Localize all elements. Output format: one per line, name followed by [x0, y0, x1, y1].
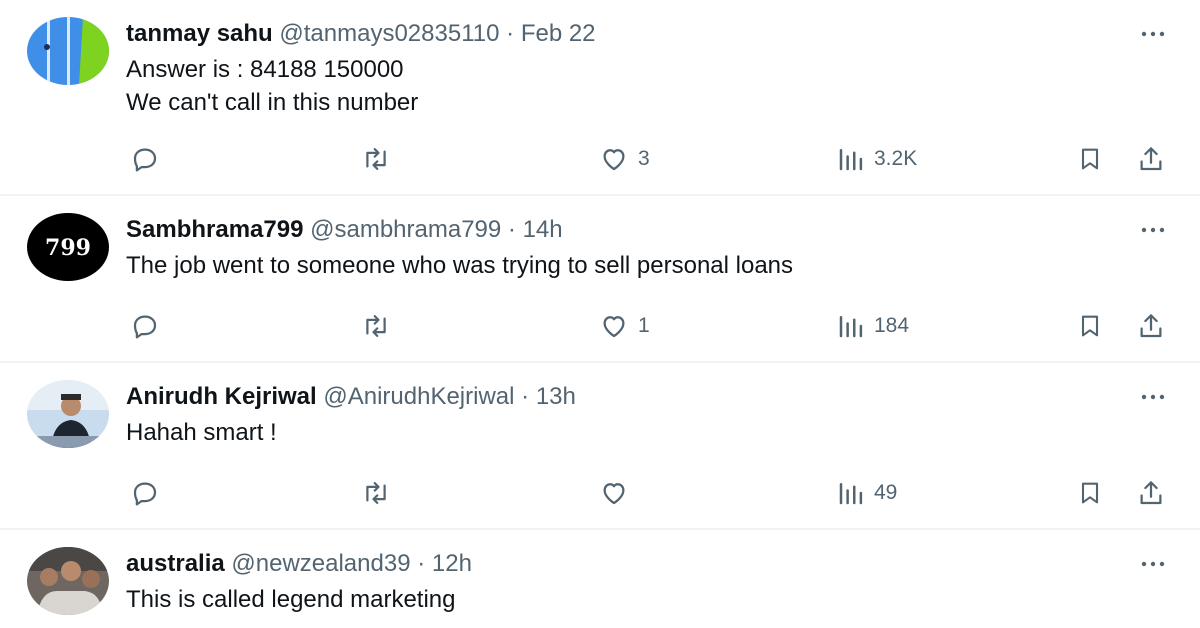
tweet-header: australia @newzealand39 · 12h [126, 549, 472, 579]
timestamp[interactable]: Feb 22 [521, 20, 596, 47]
action-bar: 1 184 [0, 308, 1200, 344]
timestamp[interactable]: 12h [432, 550, 472, 577]
avatar-text: 799 [45, 235, 91, 261]
bookmark-button[interactable] [1076, 308, 1104, 344]
display-name[interactable]: tanmay sahu [126, 20, 273, 47]
views-chart-icon [839, 316, 863, 338]
avatar[interactable]: 799 [27, 213, 109, 281]
tweet-text-line: The job went to someone who was trying t… [126, 252, 794, 279]
avatar-group-photo-icon [27, 547, 109, 615]
reply-icon [133, 148, 157, 172]
avatar[interactable] [27, 380, 109, 448]
tweet-text: Hahah smart ! [126, 416, 277, 449]
reply-feed: tanmay sahu @tanmays02835110 · Feb 22 An… [0, 0, 1200, 628]
tweet-header: tanmay sahu @tanmays02835110 · Feb 22 [126, 19, 596, 49]
action-bar: 3 3.2K [0, 141, 1200, 177]
like-count: 1 [638, 314, 650, 337]
share-button[interactable] [1136, 141, 1166, 177]
reply-icon [133, 315, 157, 339]
tweet[interactable]: australia @newzealand39 · 12h This is ca… [0, 530, 1200, 628]
like-button[interactable] [598, 475, 638, 511]
display-name[interactable]: Sambhrama799 [126, 216, 303, 243]
share-icon [1140, 147, 1162, 171]
timestamp[interactable]: 13h [536, 383, 576, 410]
repost-button[interactable] [360, 141, 392, 177]
more-options-icon[interactable] [1138, 552, 1168, 576]
bookmark-icon [1081, 315, 1099, 337]
views-chart-icon [839, 149, 863, 171]
tweet-text-line: This is called legend marketing [126, 586, 456, 613]
tweet-text-line: Answer is : 84188 150000 [126, 56, 404, 83]
display-name[interactable]: Anirudh Kejriwal [126, 383, 317, 410]
separator: · [521, 383, 530, 410]
more-options-icon[interactable] [1138, 385, 1168, 409]
reply-button[interactable] [130, 308, 160, 344]
repost-button[interactable] [360, 308, 392, 344]
heart-icon [603, 316, 625, 338]
tweet[interactable]: Anirudh Kejriwal @AnirudhKejriwal · 13h … [0, 363, 1200, 530]
views-button[interactable]: 49 [836, 475, 897, 511]
tweet[interactable]: 799 Sambhrama799 @sambhrama799 · 14h The… [0, 196, 1200, 363]
username[interactable]: @sambhrama799 [310, 216, 501, 243]
share-button[interactable] [1136, 475, 1166, 511]
share-icon [1140, 314, 1162, 338]
tweet-text: The job went to someone who was trying t… [126, 249, 793, 282]
display-name[interactable]: australia [126, 550, 225, 577]
heart-icon [603, 483, 625, 505]
more-options-icon[interactable] [1138, 218, 1168, 242]
repost-icon [366, 315, 386, 337]
tweet-header: Sambhrama799 @sambhrama799 · 14h [126, 215, 563, 245]
separator: · [507, 216, 516, 243]
username[interactable]: @AnirudhKejriwal [323, 383, 514, 410]
reply-button[interactable] [130, 475, 160, 511]
view-count: 184 [874, 314, 910, 337]
avatar-person-photo-icon [27, 380, 109, 448]
reply-button[interactable] [130, 141, 160, 177]
like-count: 3 [638, 147, 650, 170]
like-button[interactable]: 1 [598, 308, 650, 344]
bookmark-button[interactable] [1076, 475, 1104, 511]
more-options-icon[interactable] [1138, 22, 1168, 46]
action-bar: 49 [0, 475, 1200, 511]
reply-icon [133, 482, 157, 506]
avatar[interactable] [27, 17, 109, 85]
share-button[interactable] [1136, 308, 1166, 344]
view-count: 3.2K [874, 147, 918, 170]
username[interactable]: @tanmays02835110 [279, 20, 499, 47]
bookmark-button[interactable] [1076, 141, 1104, 177]
tweet-text-line: We can't call in this number [126, 89, 419, 116]
views-button[interactable]: 184 [836, 308, 909, 344]
avatar-799-logo-icon: 799 [27, 213, 109, 281]
tweet-text: Answer is : 84188 150000 We can't call i… [126, 53, 418, 119]
heart-icon [603, 149, 625, 171]
avatar-blue-green-icon [27, 17, 109, 85]
tweet-text-line: Hahah smart ! [126, 419, 277, 446]
timestamp[interactable]: 14h [523, 216, 563, 243]
share-icon [1140, 481, 1162, 505]
repost-icon [366, 482, 386, 504]
view-count: 49 [874, 481, 898, 504]
username[interactable]: @newzealand39 [231, 550, 410, 577]
views-button[interactable]: 3.2K [836, 141, 917, 177]
separator: · [417, 550, 426, 577]
avatar[interactable] [27, 547, 109, 615]
tweet-header: Anirudh Kejriwal @AnirudhKejriwal · 13h [126, 382, 576, 412]
separator: · [506, 20, 515, 47]
tweet[interactable]: tanmay sahu @tanmays02835110 · Feb 22 An… [0, 0, 1200, 196]
views-chart-icon [839, 483, 863, 505]
repost-button[interactable] [360, 475, 392, 511]
bookmark-icon [1081, 482, 1099, 504]
bookmark-icon [1081, 148, 1099, 170]
repost-icon [366, 148, 386, 170]
like-button[interactable]: 3 [598, 141, 650, 177]
tweet-text: This is called legend marketing [126, 583, 456, 616]
